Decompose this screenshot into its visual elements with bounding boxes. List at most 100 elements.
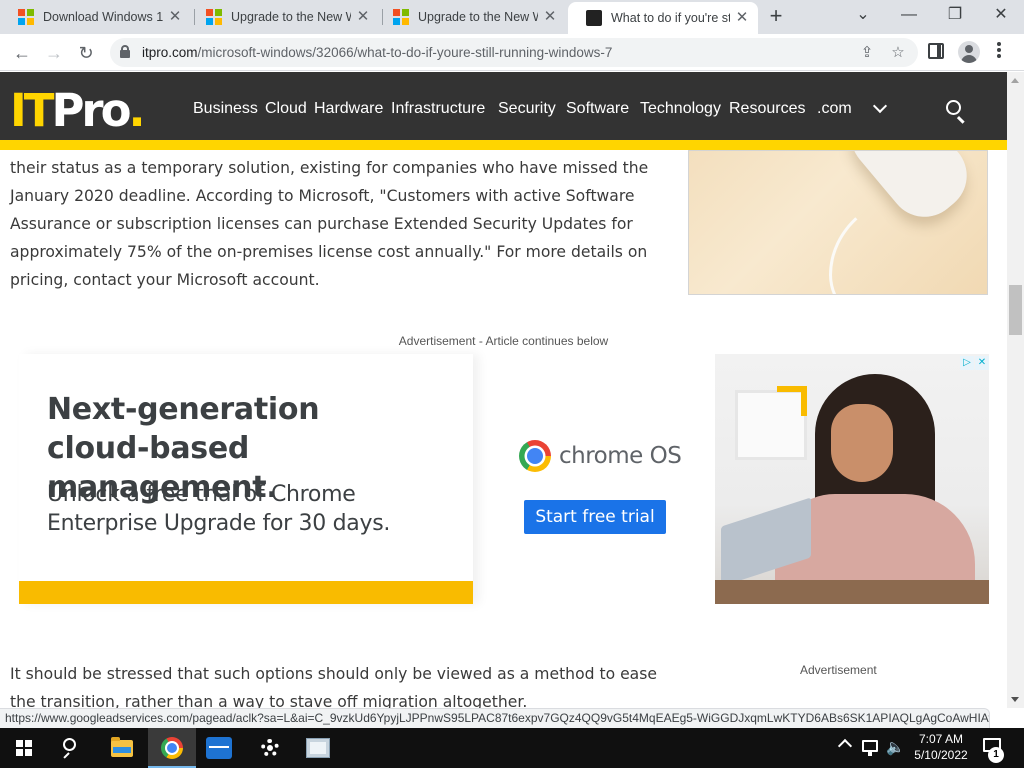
chrome-os-brand: chrome OS: [519, 438, 682, 474]
url-host: itpro.com: [142, 45, 198, 60]
microsoft-logo-icon: [18, 9, 34, 25]
nav-cloud[interactable]: Cloud: [265, 100, 307, 118]
itpro-logo-icon: [586, 10, 602, 26]
article-line: approximately 75% of the on-premises lic…: [10, 243, 648, 261]
adchoices-icon[interactable]: ▷: [960, 356, 974, 370]
close-tab-icon[interactable]: ✕: [542, 9, 558, 25]
article-line: Assurance or subscription licenses can p…: [10, 215, 633, 233]
microsoft-logo-icon: [393, 9, 409, 25]
tab-upgrade-windows-1[interactable]: Upgrade to the New Windows ✕: [188, 0, 383, 34]
file-explorer-icon[interactable]: [98, 728, 146, 768]
ad-headline-line: Next-generation: [47, 392, 320, 427]
tab-title: What to do if you're still running Windo…: [611, 11, 731, 25]
sidebar-ad-label: Advertisement: [800, 663, 877, 677]
tab-strip: Download Windows 11 ✕ Upgrade to the New…: [0, 0, 1024, 34]
bookmark-star-icon[interactable]: ☆: [887, 42, 909, 64]
ad-close-icon[interactable]: ✕: [975, 356, 989, 370]
notification-count-badge: 1: [988, 747, 1004, 763]
window-app-icon[interactable]: [294, 728, 342, 768]
ad-subheadline: Unlock a free trial of Chrome Enterprise…: [47, 480, 390, 538]
restore-button[interactable]: ❐: [932, 0, 978, 34]
vertical-scrollbar[interactable]: [1007, 72, 1024, 708]
chrome-enterprise-ad[interactable]: Next-generation cloud-based management. …: [19, 354, 989, 604]
ad-yellow-stripe: [19, 581, 473, 604]
back-button[interactable]: ←: [8, 39, 36, 67]
tab-itpro-article[interactable]: What to do if you're still running Windo…: [568, 2, 758, 34]
logo-it: IT: [10, 84, 54, 137]
taskbar-search-icon[interactable]: [48, 728, 96, 768]
site-header: ITPro. Business Cloud Hardware Infrastru…: [0, 72, 1007, 150]
microsoft-logo-icon: [206, 9, 222, 25]
header-accent-bar: [0, 140, 1007, 150]
close-tab-icon[interactable]: ✕: [734, 10, 750, 26]
ad-sub-line: Enterprise Upgrade for 30 days.: [47, 511, 391, 536]
chrome-os-label: chrome OS: [559, 443, 682, 469]
address-bar[interactable]: itpro.com/microsoft-windows/32066/what-t…: [110, 38, 918, 67]
lock-icon[interactable]: [120, 45, 130, 58]
tab-download-windows-11[interactable]: Download Windows 11 ✕: [0, 0, 195, 34]
browser-toolbar: ← → ↻ itpro.com/microsoft-windows/32066/…: [0, 34, 1024, 71]
close-tab-icon[interactable]: ✕: [167, 9, 183, 25]
nav-business[interactable]: Business: [193, 100, 258, 118]
scrollbar-thumb[interactable]: [1009, 285, 1022, 335]
reload-button[interactable]: ↻: [72, 39, 100, 67]
nav-software[interactable]: Software: [566, 100, 629, 118]
start-button[interactable]: [0, 728, 48, 768]
scroll-up-arrow-icon[interactable]: [1011, 78, 1019, 83]
clock-time: 7:07 AM: [918, 732, 964, 746]
windows-taskbar: 🔈 7:07 AM 5/10/2022 1: [0, 728, 1024, 768]
nav-technology[interactable]: Technology: [640, 100, 721, 118]
url-path: /microsoft-windows/32066/what-to-do-if-y…: [197, 45, 613, 60]
article-image: [688, 150, 988, 295]
ad-caption: Advertisement - Article continues below: [398, 334, 609, 348]
article-paragraph: their status as a temporary solution, ex…: [10, 154, 648, 294]
ad-photo-woman-laptop: [715, 354, 989, 604]
tab-upgrade-windows-2[interactable]: Upgrade to the New Windows ✕: [375, 0, 570, 34]
article-line: pricing, contact your Microsoft account.: [10, 271, 320, 289]
tab-title: Download Windows 11: [43, 10, 163, 24]
logo-dot: .: [128, 84, 146, 137]
nav-resources[interactable]: Resources: [729, 100, 805, 118]
nav-infrastructure[interactable]: Infrastructure: [391, 100, 485, 118]
side-panel-icon[interactable]: [928, 43, 944, 59]
url-text[interactable]: itpro.com/microsoft-windows/32066/what-t…: [142, 45, 612, 60]
photo-face: [831, 404, 893, 482]
adchoices-badge[interactable]: ▷ ✕: [960, 356, 989, 370]
article-line: It should be stressed that such options …: [10, 665, 657, 683]
nav-dotcom[interactable]: .com: [817, 100, 852, 118]
volume-icon[interactable]: 🔈: [886, 738, 905, 758]
share-icon[interactable]: ⇪: [856, 42, 878, 64]
system-clock[interactable]: 7:07 AM 5/10/2022: [910, 731, 972, 763]
close-tab-icon[interactable]: ✕: [355, 9, 371, 25]
itpro-logo[interactable]: ITPro.: [10, 84, 146, 137]
search-icon[interactable]: [945, 99, 969, 124]
windows-logo-icon: [16, 740, 32, 756]
forward-button[interactable]: →: [40, 39, 68, 67]
kebab-menu-icon[interactable]: [996, 42, 1002, 62]
ad-text-pane: Next-generation cloud-based management. …: [19, 354, 473, 604]
settings-gear-icon[interactable]: [246, 728, 294, 768]
new-tab-button[interactable]: +: [764, 5, 788, 29]
link-status-bar: https://www.googleadservices.com/pagead/…: [0, 708, 990, 728]
performance-monitor-icon[interactable]: [196, 728, 244, 768]
chrome-logo-icon: [519, 440, 551, 472]
close-window-button[interactable]: ✕: [978, 0, 1024, 34]
article-line: the transition, rather than a way to sta…: [10, 693, 528, 708]
page-viewport: their status as a temporary solution, ex…: [0, 72, 1007, 708]
article-line: January 2020 deadline. According to Micr…: [10, 187, 635, 205]
chevron-down-icon[interactable]: [872, 100, 888, 116]
article-line: their status as a temporary solution, ex…: [10, 159, 649, 177]
start-free-trial-button[interactable]: Start free trial: [524, 500, 666, 534]
tab-title: Upgrade to the New Windows: [231, 10, 351, 24]
tab-search-chevron-icon[interactable]: ⌄: [840, 0, 886, 34]
logo-pro: Pro: [51, 84, 131, 137]
network-icon[interactable]: [862, 740, 878, 756]
photo-table: [715, 580, 989, 604]
show-hidden-icons-chevron-icon[interactable]: [837, 738, 853, 754]
scroll-down-arrow-icon[interactable]: [1011, 697, 1019, 702]
nav-hardware[interactable]: Hardware: [314, 100, 383, 118]
profile-avatar-icon[interactable]: [958, 41, 980, 63]
nav-security[interactable]: Security: [498, 100, 556, 118]
chrome-taskbar-icon[interactable]: [148, 728, 196, 768]
minimize-button[interactable]: —: [886, 0, 932, 34]
